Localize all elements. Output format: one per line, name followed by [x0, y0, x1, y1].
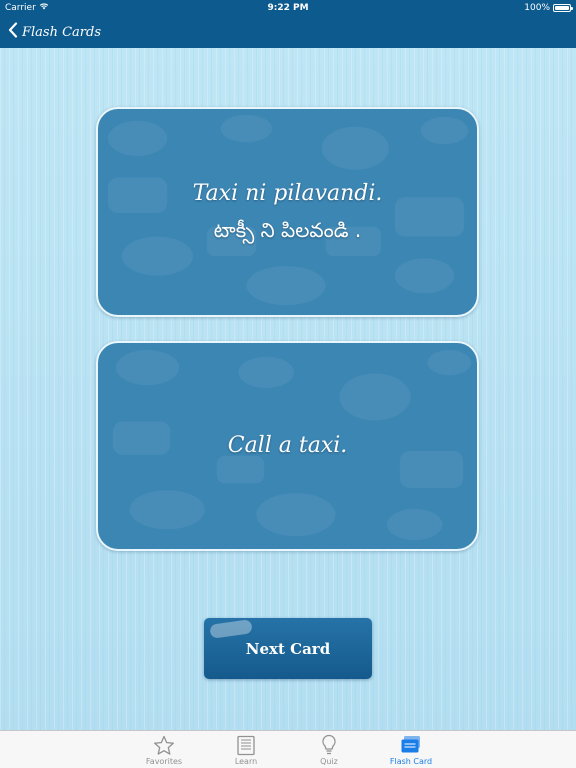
- tab-favorites[interactable]: Favorites: [124, 731, 204, 768]
- tab-flash-card-label: Flash Card: [389, 757, 433, 766]
- book-icon: [234, 734, 258, 756]
- button-shine: [209, 619, 253, 639]
- status-bar: Carrier 9:22 PM 100%: [0, 0, 576, 16]
- tab-flash-card[interactable]: Flash Card: [371, 731, 451, 768]
- star-icon: [152, 734, 176, 756]
- chevron-left-icon: [8, 22, 18, 42]
- next-card-button[interactable]: Next Card: [204, 618, 372, 679]
- battery-percent: 100%: [524, 3, 550, 13]
- next-card-button-label: Next Card: [245, 639, 331, 658]
- flash-card-front[interactable]: Taxi ni pilavandi. టాక్సీ ని పిలవండి .: [96, 107, 479, 317]
- flash-cards-screen: Carrier 9:22 PM 100% Flash Cards Taxi ni…: [0, 0, 576, 768]
- back-button-label: Flash Cards: [22, 24, 102, 40]
- battery-indicator: 100%: [524, 0, 573, 16]
- tab-favorites-label: Favorites: [145, 757, 183, 766]
- card-front-romanized: Taxi ni pilavandi.: [192, 181, 383, 206]
- status-time: 9:22 PM: [267, 3, 309, 13]
- tab-quiz[interactable]: Quiz: [289, 731, 369, 768]
- tab-learn-label: Learn: [234, 757, 258, 766]
- tab-bar: Favorites Learn Quiz Flash Card: [0, 730, 576, 768]
- tab-learn[interactable]: Learn: [206, 731, 286, 768]
- tab-quiz-label: Quiz: [320, 757, 338, 766]
- card-front-telugu: టాక్సీ ని పిలవండి .: [213, 218, 362, 242]
- lightbulb-icon: [317, 734, 341, 756]
- flash-cards-icon: [399, 734, 423, 756]
- battery-icon: [553, 4, 573, 12]
- flash-card-back[interactable]: Call a taxi.: [96, 341, 479, 551]
- back-button[interactable]: Flash Cards: [8, 16, 101, 48]
- navigation-bar: Flash Cards: [0, 16, 576, 48]
- card-back-english: Call a taxi.: [227, 433, 348, 458]
